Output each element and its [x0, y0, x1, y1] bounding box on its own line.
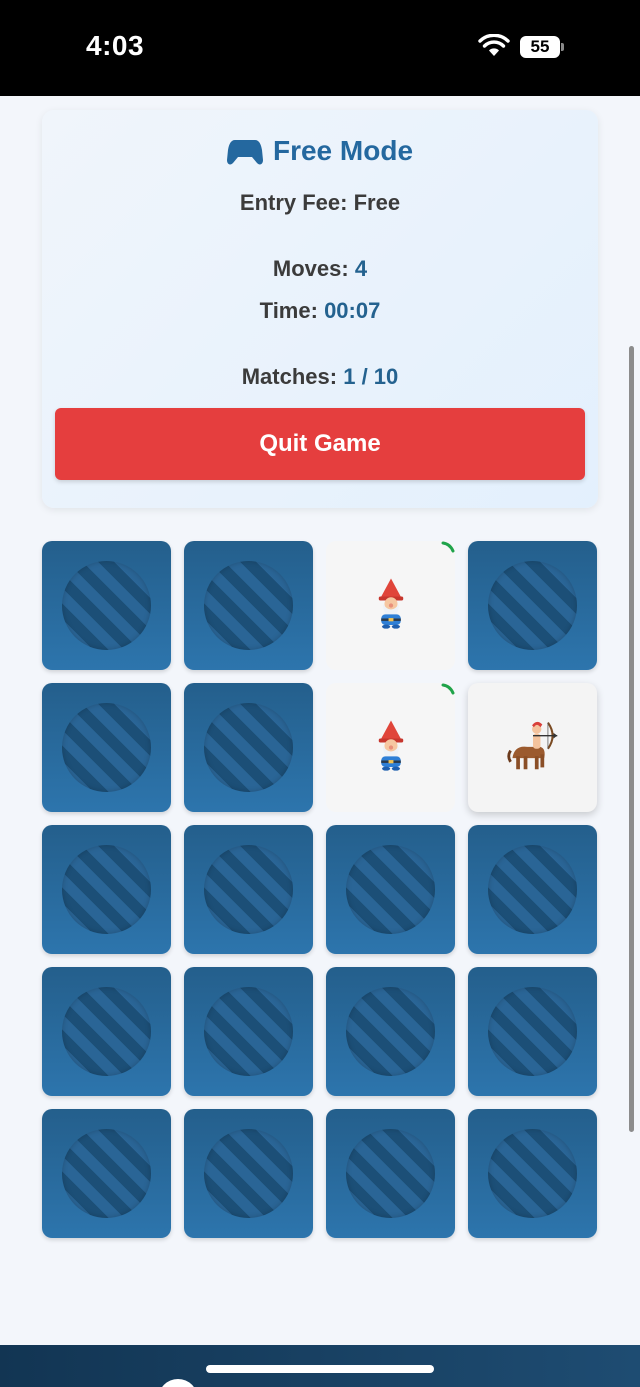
- card-back-pattern: [488, 561, 577, 650]
- memory-card-gnome[interactable]: [326, 541, 455, 670]
- card-back-pattern: [204, 703, 293, 792]
- memory-card-face-down[interactable]: [42, 541, 171, 670]
- gnome-icon: [369, 718, 413, 777]
- card-back-pattern: [62, 561, 151, 650]
- timer: Time: 00:07: [42, 298, 598, 324]
- memory-card-face-down[interactable]: [42, 825, 171, 954]
- quit-game-button[interactable]: Quit Game: [55, 408, 585, 480]
- card-back-pattern: [346, 845, 435, 934]
- card-back-pattern: [488, 987, 577, 1076]
- battery-icon: 55: [520, 36, 564, 58]
- home-indicator[interactable]: [206, 1365, 434, 1373]
- memory-card-face-down[interactable]: [42, 683, 171, 812]
- moves-label: Moves:: [272, 256, 349, 281]
- memory-card-face-down[interactable]: [468, 541, 597, 670]
- entry-fee-value: Free: [353, 190, 401, 215]
- memory-card-face-down[interactable]: [184, 683, 313, 812]
- card-back-pattern: [488, 1129, 577, 1218]
- card-back-pattern: [62, 1129, 151, 1218]
- memory-card-face-down[interactable]: [184, 967, 313, 1096]
- memory-card-sagittarius[interactable]: [468, 683, 597, 812]
- entry-fee-label: Entry Fee:: [239, 190, 348, 215]
- mode-title: Free Mode: [272, 135, 414, 166]
- memory-card-face-down[interactable]: [468, 1109, 597, 1238]
- status-time: 4:03: [86, 30, 145, 61]
- card-back-pattern: [488, 845, 577, 934]
- memory-card-face-down[interactable]: [184, 1109, 313, 1238]
- memory-card-face-down[interactable]: [42, 1109, 171, 1238]
- scrollbar[interactable]: [629, 346, 634, 1132]
- match-indicator-icon: [441, 541, 455, 553]
- memory-card-face-down[interactable]: [184, 541, 313, 670]
- wifi-icon: [478, 33, 510, 58]
- card-back-pattern: [204, 1129, 293, 1218]
- sagittarius-icon: [505, 717, 561, 778]
- matches-counter: Matches: 1 / 10: [42, 364, 598, 390]
- memory-card-face-down[interactable]: [468, 967, 597, 1096]
- match-indicator-icon: [441, 683, 455, 695]
- memory-card-grid: [42, 541, 598, 1238]
- memory-card-face-down[interactable]: [42, 967, 171, 1096]
- status-bar: 4:03 55: [0, 0, 640, 96]
- mode-header: Free Mode: [42, 134, 598, 168]
- memory-card-face-down[interactable]: [326, 825, 455, 954]
- card-back-pattern: [204, 561, 293, 650]
- matches-value: 1 / 10: [343, 364, 399, 389]
- memory-card-gnome[interactable]: [326, 683, 455, 812]
- time-label: Time:: [259, 298, 318, 323]
- battery-tip: [561, 43, 564, 51]
- card-back-pattern: [346, 1129, 435, 1218]
- memory-card-face-down[interactable]: [326, 1109, 455, 1238]
- card-back-pattern: [346, 987, 435, 1076]
- battery-level: 55: [520, 36, 560, 58]
- entry-fee: Entry Fee: Free: [42, 190, 598, 216]
- card-back-pattern: [62, 987, 151, 1076]
- gamepad-icon: [226, 136, 263, 166]
- gnome-icon: [369, 576, 413, 635]
- time-value: 00:07: [324, 298, 381, 323]
- memory-card-face-down[interactable]: [326, 967, 455, 1096]
- card-back-pattern: [62, 845, 151, 934]
- game-info-card: Free Mode Entry Fee: Free Moves: 4 Time:…: [42, 110, 598, 508]
- card-back-pattern: [62, 703, 151, 792]
- card-back-pattern: [204, 987, 293, 1076]
- moves-counter: Moves: 4: [42, 256, 598, 282]
- moves-value: 4: [354, 256, 368, 281]
- matches-label: Matches:: [241, 364, 338, 389]
- memory-card-face-down[interactable]: [468, 825, 597, 954]
- card-back-pattern: [204, 845, 293, 934]
- memory-card-face-down[interactable]: [184, 825, 313, 954]
